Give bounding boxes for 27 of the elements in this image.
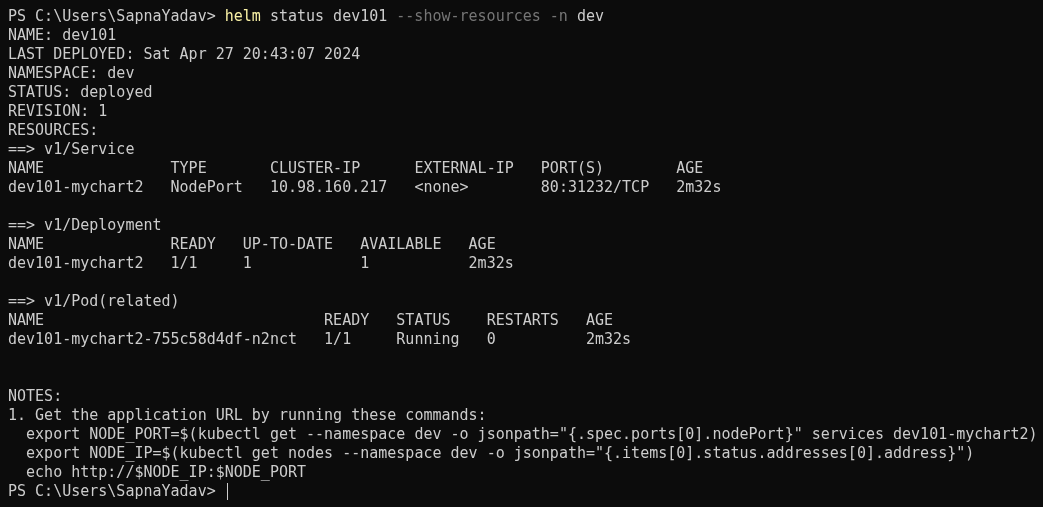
command-token: --show-resources (396, 7, 541, 25)
output-line: echo http://$NODE_IP:$NODE_PORT (25, 463, 306, 481)
command-token: dev (576, 7, 604, 25)
output-line: RESOURCES: (8, 121, 99, 139)
prompt-text: PS C:\Users\SapnaYadav> (8, 482, 217, 500)
output-line: export NODE_IP=$(kubectl get nodes --namespace dev -o jsonpath="{.items[0].status.addresses[0].address}") (25, 444, 975, 462)
output-line: ==> v1/Deployment (8, 216, 162, 234)
output-line: ==> v1/Service (8, 140, 135, 158)
output-line: NAMESPACE: dev (8, 64, 135, 82)
output-line: dev101-mychart2 NodePort 10.98.160.217 <none> 80:31232/TCP 2m32s (8, 178, 722, 196)
output-line: NAME TYPE CLUSTER-IP EXTERNAL-IP PORT(S) AGE (8, 159, 704, 177)
output-line: NAME READY STATUS RESTARTS AGE (8, 311, 614, 329)
output-line: export NODE_PORT=$(kubectl get --namespace dev -o jsonpath="{.spec.ports[0].nodePort}" services dev101-mychart2) (25, 425, 1038, 443)
output-line: NOTES: (8, 387, 63, 405)
prompt-text: PS C:\Users\SapnaYadav> (8, 7, 217, 25)
command-token: -n (549, 7, 568, 25)
output-line: NAME READY UP-TO-DATE AVAILABLE AGE (8, 235, 496, 253)
command-token: status dev101 (269, 7, 388, 25)
output-line: REVISION: 1 (8, 102, 108, 120)
output-line: dev101-mychart2-755c58d4df-n2nct 1/1 Running 0 2m32s (8, 330, 632, 348)
output-line: STATUS: deployed (8, 83, 153, 101)
output-line: ==> v1/Pod(related) (8, 292, 180, 310)
output-line: dev101-mychart2 1/1 1 1 2m32s (8, 254, 514, 272)
output-line: NAME: dev101 (8, 26, 117, 44)
output-line: LAST DEPLOYED: Sat Apr 27 20:43:07 2024 (8, 45, 361, 63)
command-token: helm (224, 7, 261, 25)
output-line: 1. Get the application URL by running these commands: (8, 406, 487, 424)
